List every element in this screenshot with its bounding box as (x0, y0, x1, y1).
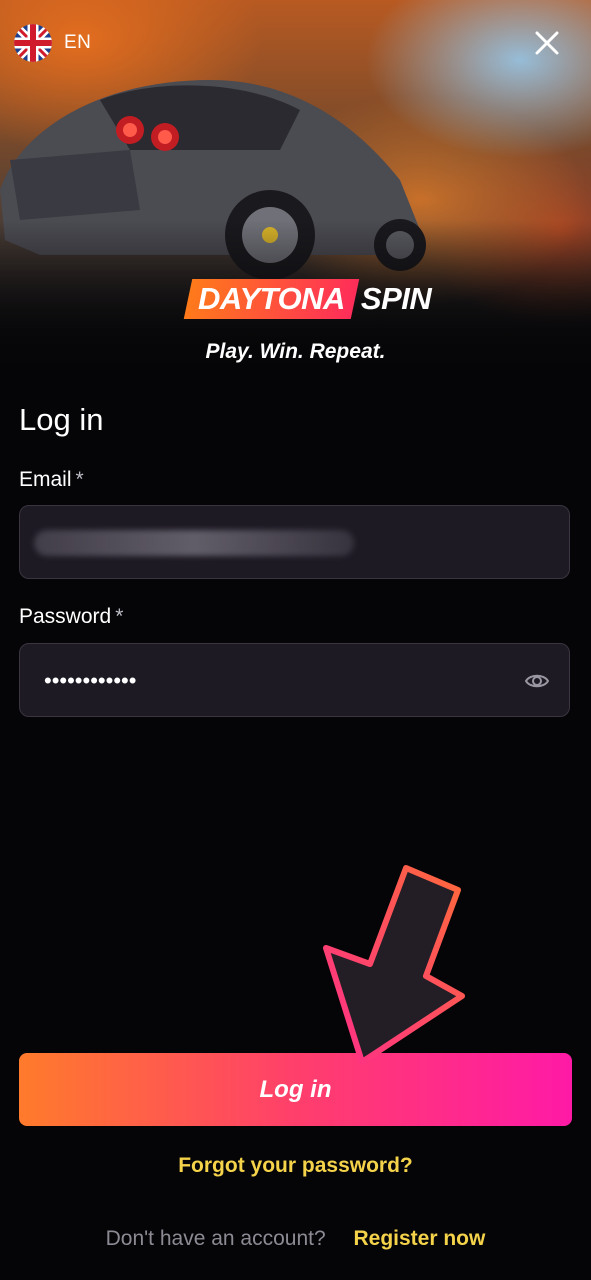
tagline: Play. Win. Repeat. (205, 340, 386, 363)
register-link[interactable]: Register now (353, 1227, 485, 1250)
pointer-arrow-icon (323, 865, 465, 1065)
brand-logo: DAYTONA SPIN (183, 279, 432, 319)
close-icon[interactable] (528, 24, 566, 62)
language-selector[interactable]: EN (14, 24, 91, 62)
email-label: Email * (19, 468, 84, 492)
eye-icon[interactable] (524, 668, 550, 694)
email-label-text: Email (19, 468, 72, 491)
password-field[interactable] (19, 643, 570, 718)
logo-text-spin: SPIN (360, 281, 432, 316)
uk-flag-icon (14, 24, 52, 62)
language-code: EN (64, 32, 92, 53)
password-input[interactable] (42, 644, 516, 718)
email-value-redacted (34, 530, 354, 556)
forgot-password-link[interactable]: Forgot your password? (0, 1154, 591, 1178)
required-marker: * (115, 605, 124, 628)
password-label: Password * (19, 605, 123, 629)
signup-prompt: Don't have an account? Register now (0, 1227, 591, 1251)
password-label-text: Password (19, 605, 112, 628)
email-field[interactable] (19, 505, 570, 579)
required-marker: * (75, 468, 84, 491)
logo-text-daytona: DAYTONA (198, 281, 345, 316)
logo-badge: DAYTONA (183, 279, 360, 319)
page-title: Log in (19, 402, 104, 437)
signup-question: Don't have an account? (105, 1227, 326, 1250)
